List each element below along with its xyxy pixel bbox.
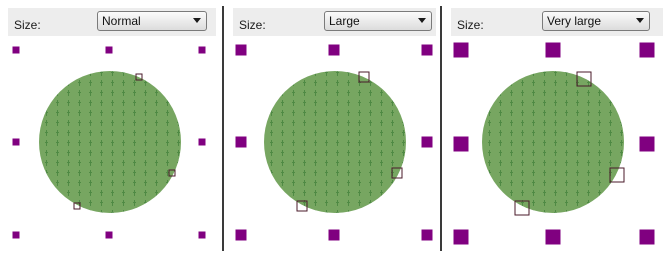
square-handle-icon[interactable] [421,229,433,241]
square-handle-icon[interactable] [198,231,206,239]
circle-shape[interactable] [264,71,406,213]
square-handle-icon[interactable] [235,229,247,241]
square-handle-icon[interactable] [198,46,206,54]
square-handle-icon[interactable] [328,229,340,241]
square-handle-icon[interactable] [453,229,469,245]
square-handle-icon[interactable] [545,229,561,245]
square-handle-icon[interactable] [453,136,469,152]
square-handle-icon[interactable] [198,138,206,146]
square-handle-icon[interactable] [453,42,469,58]
square-handle-icon[interactable] [421,136,433,148]
circle-shape[interactable] [482,71,624,213]
square-handle-icon[interactable] [328,44,340,56]
square-handle-icon[interactable] [639,42,655,58]
panel-divider [222,6,224,251]
panel-normal: Size: Normal [8,8,216,248]
square-handle-icon[interactable] [235,44,247,56]
square-handle-icon[interactable] [12,46,20,54]
square-handle-icon[interactable] [105,231,113,239]
square-handle-icon[interactable] [639,229,655,245]
drawing-canvas[interactable] [8,8,216,248]
circle-shape[interactable] [39,71,181,213]
drawing-canvas[interactable] [233,8,436,248]
panel-large: Size: Large [233,8,436,248]
square-handle-icon[interactable] [105,46,113,54]
square-handle-icon[interactable] [12,138,20,146]
square-handle-icon[interactable] [421,44,433,56]
panel-very-large: Size: Very large [451,8,663,248]
square-handle-icon[interactable] [545,42,561,58]
panel-divider [440,6,442,251]
square-handle-icon[interactable] [235,136,247,148]
drawing-canvas[interactable] [451,8,663,248]
handle-size-comparison: Size: Normal Size: Large Size: Very larg… [0,0,671,259]
square-handle-icon[interactable] [639,136,655,152]
square-handle-icon[interactable] [12,231,20,239]
